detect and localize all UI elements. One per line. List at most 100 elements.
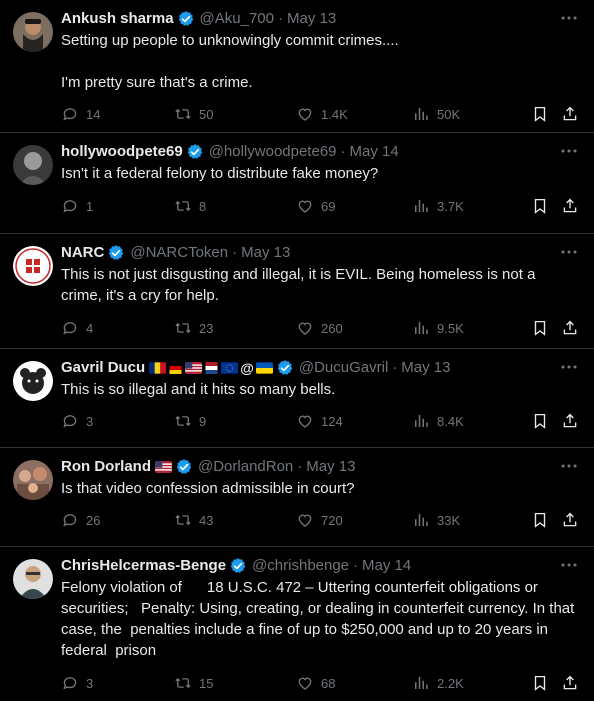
views-count: 2.2K [437, 675, 464, 691]
bookmark-button[interactable] [531, 511, 549, 529]
author-name[interactable]: NARC [61, 244, 104, 262]
tweet[interactable]: hollywoodpete69 @hollywoodpete69 · May 1… [0, 133, 594, 234]
reply-icon [63, 322, 77, 335]
retweet-button[interactable]: 23 [174, 319, 213, 337]
author-name[interactable]: Gavril Ducu [61, 359, 145, 377]
tweet-date[interactable]: May 13 [401, 359, 450, 377]
author-handle[interactable]: @DucuGavril [299, 359, 388, 377]
tweet[interactable]: Ankush sharma @Aku_700 · May 13 Setting … [0, 0, 594, 133]
reply-button[interactable]: 1 [61, 197, 93, 215]
tweet[interactable]: Ron Dorland @DorlandRon · May 13 Is that… [0, 448, 594, 547]
author-handle[interactable]: @NARCToken [130, 244, 228, 262]
retweet-button[interactable]: 8 [174, 197, 206, 215]
analytics-icon [415, 415, 428, 427]
bookmark-button[interactable] [531, 319, 549, 337]
verified-badge-icon [107, 244, 125, 262]
like-button[interactable]: 720 [296, 511, 343, 529]
reply-button[interactable]: 3 [61, 412, 93, 430]
reply-count: 3 [86, 675, 94, 691]
avatar[interactable] [13, 460, 53, 500]
bookmark-button[interactable] [531, 197, 549, 215]
bookmark-button[interactable] [531, 105, 549, 123]
retweet-button[interactable]: 50 [174, 105, 213, 123]
views-button[interactable]: 2.2K [412, 674, 464, 692]
author-handle[interactable]: @DorlandRon [198, 458, 293, 476]
more-options-icon[interactable] [560, 145, 578, 157]
share-button[interactable] [561, 105, 579, 123]
author-name[interactable]: Ankush sharma [61, 10, 174, 28]
like-button[interactable]: 124 [296, 412, 343, 430]
like-button[interactable]: 69 [296, 197, 335, 215]
bookmark-button[interactable] [531, 412, 549, 430]
reply-icon [63, 108, 77, 121]
like-button[interactable]: 260 [296, 319, 343, 337]
tweet[interactable]: Gavril Ducu @ @DucuGavril · May 13 This … [0, 349, 594, 448]
share-button[interactable] [561, 412, 579, 430]
share-button[interactable] [561, 511, 579, 529]
retweet-button[interactable]: 9 [174, 412, 206, 430]
verified-badge-icon [177, 10, 195, 28]
more-options-icon[interactable] [560, 559, 578, 571]
tweet[interactable]: NARC @NARCToken · May 13 This is not jus… [0, 234, 594, 349]
views-count: 9.5K [437, 320, 464, 336]
views-button[interactable]: 3.7K [412, 197, 464, 215]
like-button[interactable]: 1.4K [296, 105, 348, 123]
retweet-button[interactable]: 15 [174, 674, 213, 692]
share-button[interactable] [561, 197, 579, 215]
avatar[interactable] [13, 559, 53, 599]
analytics-icon [415, 322, 428, 334]
tweet-date[interactable]: May 14 [350, 143, 399, 161]
views-button[interactable]: 50K [412, 105, 460, 123]
action-bar: 3 15 68 2.2K [61, 663, 578, 701]
share-button[interactable] [561, 319, 579, 337]
more-options-icon[interactable] [560, 246, 578, 258]
like-count: 68 [321, 675, 336, 691]
avatar[interactable] [13, 12, 53, 52]
bookmark-button[interactable] [531, 674, 549, 692]
tweet-date[interactable]: May 13 [306, 458, 355, 476]
separator-dot: · [278, 10, 283, 27]
reply-button[interactable]: 3 [61, 674, 93, 692]
flags [155, 461, 172, 473]
bookmark-icon [534, 512, 546, 528]
reply-button[interactable]: 14 [61, 105, 100, 123]
reply-button[interactable]: 26 [61, 511, 100, 529]
retweet-icon [175, 514, 191, 526]
author-handle[interactable]: @chrishbenge [252, 557, 349, 575]
tweet-date[interactable]: May 14 [362, 557, 411, 575]
more-options-icon[interactable] [560, 460, 578, 472]
author-handle[interactable]: @Aku_700 [200, 10, 274, 28]
tweet-date[interactable]: May 13 [287, 10, 336, 28]
more-options-icon[interactable] [560, 12, 578, 24]
action-bar: 1 8 69 3.7K [61, 186, 578, 226]
author-name[interactable]: ChrisHelcermas-Benge [61, 557, 226, 575]
views-button[interactable]: 8.4K [412, 412, 464, 430]
author-handle[interactable]: @hollywoodpete69 [209, 143, 337, 161]
retweet-button[interactable]: 43 [174, 511, 213, 529]
author-name[interactable]: Ron Dorland [61, 458, 151, 476]
avatar[interactable] [13, 246, 53, 286]
heart-icon [298, 514, 312, 527]
like-count: 124 [321, 413, 343, 429]
bookmark-icon [534, 198, 546, 214]
like-count: 260 [321, 320, 343, 336]
avatar[interactable] [13, 361, 53, 401]
tweet-text: Setting up people to unknowingly commit … [61, 32, 399, 91]
share-button[interactable] [561, 674, 579, 692]
tweet[interactable]: ChrisHelcermas-Benge @chrishbenge · May … [0, 547, 594, 701]
author-name[interactable]: hollywoodpete69 [61, 143, 183, 161]
views-button[interactable]: 9.5K [412, 319, 464, 337]
reply-icon [63, 200, 77, 213]
retweet-count: 15 [199, 675, 214, 691]
avatar[interactable] [13, 145, 53, 185]
reply-button[interactable]: 4 [61, 319, 93, 337]
reply-icon [63, 415, 77, 428]
views-button[interactable]: 33K [412, 511, 460, 529]
romania-flag-icon [149, 362, 167, 374]
more-options-icon[interactable] [560, 361, 578, 373]
heart-icon [298, 415, 312, 428]
like-button[interactable]: 68 [296, 674, 335, 692]
flags: @ [149, 359, 273, 377]
reply-count: 4 [86, 320, 94, 336]
tweet-date[interactable]: May 13 [241, 244, 290, 262]
